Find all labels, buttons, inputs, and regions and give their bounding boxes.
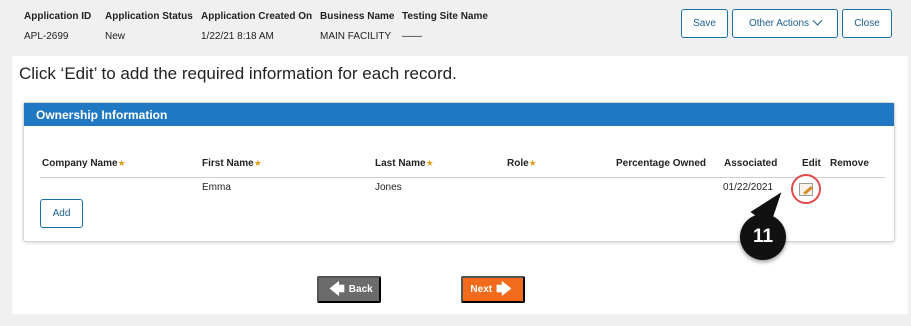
column-header-percentage-owned: Percentage Owned xyxy=(616,158,707,169)
field-value: 1/22/21 8:18 AM xyxy=(201,31,274,42)
column-label: Last Name xyxy=(375,158,426,169)
required-star-icon: ★ xyxy=(528,158,537,168)
edit-pencil-icon xyxy=(799,182,813,196)
column-header-company-name: Company Name★ xyxy=(42,158,126,169)
close-button[interactable]: Close xyxy=(842,9,892,38)
save-button[interactable]: Save xyxy=(681,9,728,38)
arrow-right-icon: 🡆 xyxy=(496,281,512,298)
next-label: Next xyxy=(470,284,493,295)
field-label: Testing Site Name xyxy=(402,11,488,22)
step-callout-badge: 11 xyxy=(740,214,786,260)
other-actions-label: Other Actions xyxy=(748,18,810,29)
application-id-field: Application ID APL-2699 xyxy=(24,11,91,42)
back-button[interactable]: 🡄 Back xyxy=(317,276,381,303)
column-header-role: Role★ xyxy=(507,158,537,169)
ownership-title: Ownership Information xyxy=(24,103,894,126)
column-header-associated: Associated xyxy=(724,158,778,169)
field-label: Application Status xyxy=(105,11,193,22)
column-header-first-name: First Name★ xyxy=(202,158,262,169)
last-name-cell: Jones xyxy=(375,182,402,193)
testing-site-field: Testing Site Name —— xyxy=(402,11,488,42)
column-label: Role xyxy=(507,158,529,169)
application-status-field: Application Status New xyxy=(105,11,193,42)
chevron-down-icon xyxy=(812,15,823,26)
column-header-remove: Remove xyxy=(830,158,869,169)
field-value: —— xyxy=(402,31,422,42)
add-owner-button[interactable]: Add xyxy=(40,199,83,228)
required-star-icon: ★ xyxy=(253,158,262,168)
required-star-icon: ★ xyxy=(117,158,126,168)
field-label: Application ID xyxy=(24,11,92,22)
arrow-left-icon: 🡄 xyxy=(329,281,345,298)
required-star-icon: ★ xyxy=(425,158,434,168)
application-created-field: Application Created On 1/22/21 8:18 AM xyxy=(201,11,312,42)
field-value: APL-2699 xyxy=(24,31,69,42)
business-name-field: Business Name MAIN FACILITY xyxy=(320,11,394,42)
field-value: New xyxy=(105,31,126,42)
column-label: First Name xyxy=(202,158,254,169)
field-label: Business Name xyxy=(320,11,395,22)
other-actions-button[interactable]: Other Actions xyxy=(732,9,838,38)
column-header-last-name: Last Name★ xyxy=(375,158,434,169)
field-value: MAIN FACILITY xyxy=(320,31,392,42)
application-header: Application ID APL-2699 Application Stat… xyxy=(0,0,911,54)
next-button[interactable]: Next 🡆 xyxy=(461,276,525,303)
back-label: Back xyxy=(348,284,373,295)
first-name-cell: Emma xyxy=(202,182,231,193)
table-header-divider xyxy=(40,177,885,178)
main-panel: Click ‘Edit’ to add the required informa… xyxy=(12,56,908,314)
column-header-edit: Edit xyxy=(802,158,821,169)
edit-record-button[interactable] xyxy=(791,174,821,204)
field-label: Application Created On xyxy=(201,11,313,22)
instruction-text: Click ‘Edit’ to add the required informa… xyxy=(19,64,457,83)
column-label: Company Name xyxy=(42,158,118,169)
